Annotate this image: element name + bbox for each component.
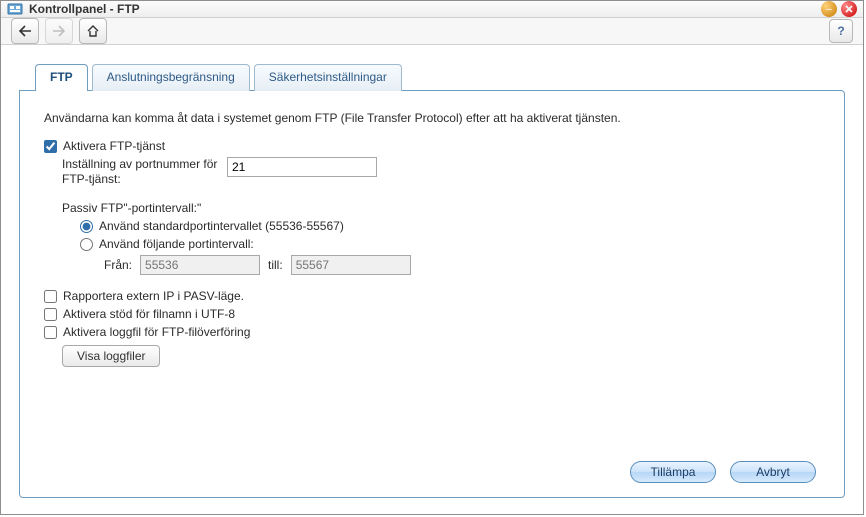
radio-default-range[interactable]: [80, 220, 93, 233]
radio-default-row: Använd standardportintervallet (55536-55…: [44, 219, 820, 233]
tab-ftp[interactable]: FTP: [35, 64, 88, 91]
view-log-label: Visa loggfiler: [77, 349, 145, 363]
titlebar: Kontrollpanel - FTP –: [1, 1, 863, 18]
utf8-row: Aktivera stöd för filnamn i UTF-8: [44, 307, 820, 321]
till-input[interactable]: [291, 255, 411, 275]
log-checkbox[interactable]: [44, 326, 57, 339]
radio-default-label: Använd standardportintervallet (55536-55…: [99, 219, 344, 233]
log-label: Aktivera loggfil för FTP-filöverföring: [63, 325, 250, 339]
tab-label: Anslutningsbegränsning: [107, 70, 235, 84]
tab-connection-limit[interactable]: Anslutningsbegränsning: [92, 64, 250, 91]
cancel-button[interactable]: Avbryt: [730, 461, 816, 483]
from-label: Från:: [104, 258, 132, 272]
forward-button[interactable]: [45, 18, 73, 44]
main-panel: FTP Anslutningsbegränsning Säkerhetsinst…: [1, 45, 863, 516]
intro-text: Användarna kan komma åt data i systemet …: [44, 111, 820, 125]
port-label: Inställning av portnummer för FTP-tjänst…: [62, 157, 227, 187]
port-input[interactable]: [227, 157, 377, 177]
passive-title: Passiv FTP"-portintervall:": [44, 201, 820, 215]
tab-body: Användarna kan komma åt data i systemet …: [19, 90, 845, 498]
utf8-label: Aktivera stöd för filnamn i UTF-8: [63, 307, 235, 321]
view-log-button[interactable]: Visa loggfiler: [62, 345, 160, 367]
toolbar: ?: [1, 18, 863, 45]
radio-custom-range[interactable]: [80, 238, 93, 251]
port-row: Inställning av portnummer för FTP-tjänst…: [44, 157, 820, 187]
cancel-label: Avbryt: [756, 465, 790, 479]
radio-custom-label: Använd följande portintervall:: [99, 237, 254, 251]
app-icon: [7, 1, 23, 17]
enable-ftp-checkbox[interactable]: [44, 140, 57, 153]
tab-security[interactable]: Säkerhetsinställningar: [254, 64, 402, 91]
home-button[interactable]: [79, 18, 107, 44]
back-button[interactable]: [11, 18, 39, 44]
tab-header: FTP Anslutningsbegränsning Säkerhetsinst…: [35, 63, 845, 90]
apply-label: Tillämpa: [651, 465, 696, 479]
help-button[interactable]: ?: [829, 19, 853, 43]
from-input[interactable]: [140, 255, 260, 275]
close-button[interactable]: [841, 1, 857, 17]
utf8-checkbox[interactable]: [44, 308, 57, 321]
report-ip-checkbox[interactable]: [44, 290, 57, 303]
minimize-button[interactable]: –: [821, 1, 837, 17]
footer: Tillämpa Avbryt: [44, 451, 820, 483]
window-title: Kontrollpanel - FTP: [29, 2, 817, 16]
custom-range-row: Från: till:: [44, 255, 820, 275]
apply-button[interactable]: Tillämpa: [630, 461, 716, 483]
till-label: till:: [268, 258, 283, 272]
report-ip-label: Rapportera extern IP i PASV-läge.: [63, 289, 244, 303]
report-ip-row: Rapportera extern IP i PASV-läge.: [44, 289, 820, 303]
enable-ftp-label: Aktivera FTP-tjänst: [63, 139, 165, 153]
view-log-row: Visa loggfiler: [44, 343, 820, 367]
tab-label: FTP: [50, 70, 73, 84]
ftp-settings: Användarna kan komma åt data i systemet …: [44, 111, 820, 451]
log-row: Aktivera loggfil för FTP-filöverföring: [44, 325, 820, 339]
tab-label: Säkerhetsinställningar: [269, 70, 387, 84]
radio-custom-row: Använd följande portintervall:: [44, 237, 820, 251]
enable-ftp-row: Aktivera FTP-tjänst: [44, 139, 820, 153]
window: Kontrollpanel - FTP – ? FTP Anslutningsb…: [0, 0, 864, 515]
